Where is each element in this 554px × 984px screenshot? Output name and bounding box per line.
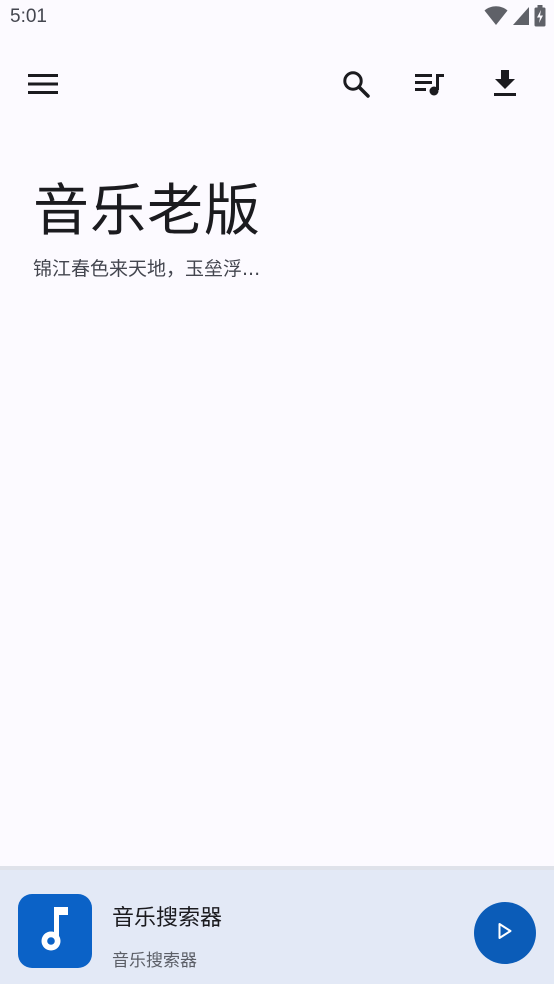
hero-section: 音乐老版 锦江春色来天地，玉垒浮... xyxy=(33,178,261,281)
mini-player[interactable]: 音乐搜索器 音乐搜索器 xyxy=(0,866,554,984)
search-button[interactable] xyxy=(332,62,380,110)
search-icon xyxy=(342,70,370,102)
menu-icon xyxy=(28,73,58,99)
playlist-button[interactable] xyxy=(406,62,454,110)
battery-charging-icon xyxy=(534,5,546,31)
wifi-icon xyxy=(484,6,508,30)
download-icon xyxy=(493,70,517,102)
download-button[interactable] xyxy=(481,62,529,110)
play-icon xyxy=(497,922,513,944)
cellular-signal-icon xyxy=(512,6,530,30)
status-bar: 5:01 xyxy=(0,0,554,38)
play-button[interactable] xyxy=(474,902,536,964)
status-time: 5:01 xyxy=(10,6,47,27)
top-app-bar xyxy=(0,56,554,116)
track-title: 音乐搜索器 xyxy=(112,906,223,931)
album-art xyxy=(18,894,92,968)
page-subtitle: 锦江春色来天地，玉垒浮... xyxy=(33,258,261,280)
music-note-icon xyxy=(40,905,70,957)
status-icons xyxy=(484,5,546,31)
menu-button[interactable] xyxy=(19,62,67,110)
page-title: 音乐老版 xyxy=(33,179,261,244)
playlist-icon xyxy=(415,71,445,101)
track-artist: 音乐搜索器 xyxy=(112,951,197,971)
